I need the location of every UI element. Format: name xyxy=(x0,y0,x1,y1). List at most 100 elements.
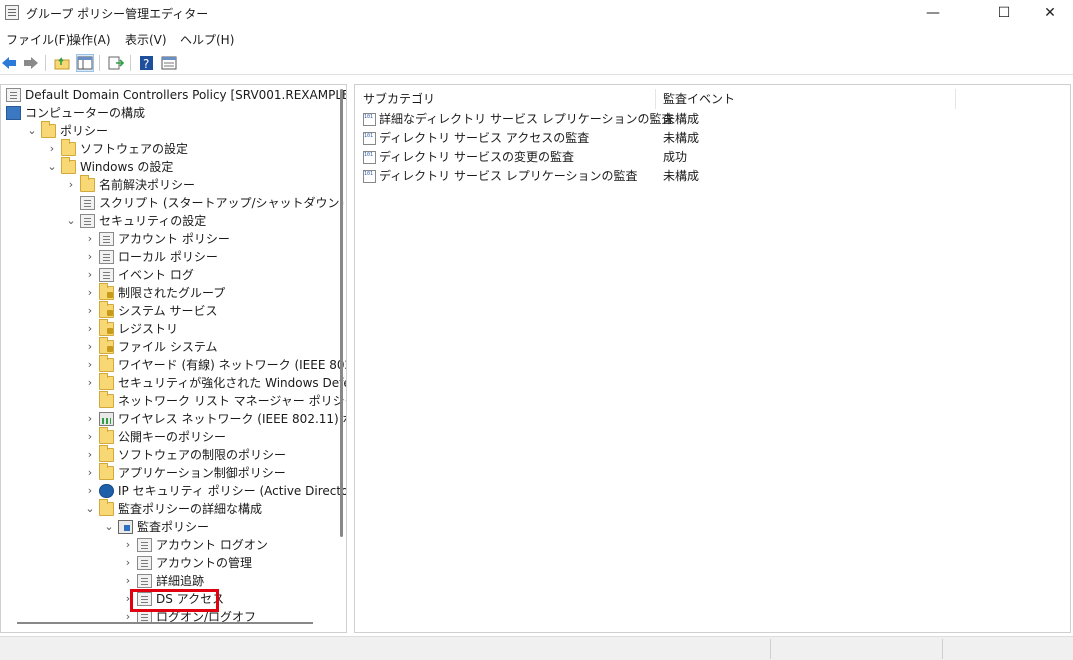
details-pane: サブカテゴリ 監査イベント 101 010詳細なディレクトリ サービス レプリケ… xyxy=(354,84,1071,633)
arrow-left-icon[interactable] xyxy=(0,54,18,72)
title-bar: グループ ポリシー管理エディター — ☐ ✕ xyxy=(0,0,1073,26)
audit-event-cell: 未構成 xyxy=(663,131,700,145)
chevron-right-icon[interactable]: › xyxy=(85,302,95,320)
menu-action[interactable]: 操作(A) xyxy=(69,31,111,48)
toolbar-separator xyxy=(45,55,46,71)
folder-icon xyxy=(99,355,114,372)
tree-node[interactable]: › ソフトウェアの制限のポリシー xyxy=(1,445,339,464)
tree-node-label: Default Domain Controllers Policy [SRV00… xyxy=(25,88,346,102)
chevron-right-icon[interactable]: › xyxy=(123,554,133,572)
tree-node[interactable]: › アプリケーション制御ポリシー xyxy=(1,463,339,482)
binary-setting-icon: 101 010 xyxy=(363,151,376,164)
chevron-right-icon[interactable]: › xyxy=(123,536,133,554)
properties-view-icon[interactable] xyxy=(160,54,178,72)
list-item[interactable]: 101 010ディレクトリ サービスの変更の監査 成功 xyxy=(363,148,1053,167)
tree-node[interactable]: › アカウント ポリシー xyxy=(1,230,339,248)
tree-node[interactable]: › ローカル ポリシー xyxy=(1,248,339,266)
tree-node[interactable]: › ワイヤレス ネットワーク (IEEE 802.11) ポリシー xyxy=(1,410,346,428)
list-item[interactable]: 101 010ディレクトリ サービス アクセスの監査 未構成 xyxy=(363,129,1053,148)
lockfolder-icon xyxy=(99,283,114,300)
doc-icon xyxy=(137,574,152,588)
chevron-down-icon[interactable]: ⌄ xyxy=(66,212,76,230)
binary-setting-icon: 101 010 xyxy=(363,132,376,145)
chevron-right-icon[interactable]: › xyxy=(85,464,95,482)
tree-pane[interactable]: Default Domain Controllers Policy [SRV00… xyxy=(0,84,347,633)
tree-node[interactable]: Default Domain Controllers Policy [SRV00… xyxy=(1,86,346,104)
export-list-icon[interactable] xyxy=(107,54,125,72)
tree-node[interactable]: › 公開キーのポリシー xyxy=(1,427,339,446)
menu-file[interactable]: ファイル(F) xyxy=(6,31,70,48)
tree-node[interactable]: › レジストリ xyxy=(1,319,339,338)
tree-node[interactable]: › IP セキュリティ ポリシー (Active Directory (EX xyxy=(1,482,346,500)
chevron-down-icon[interactable]: ⌄ xyxy=(47,158,57,176)
tree-node[interactable]: › ワイヤード (有線) ネットワーク (IEEE 802.3) ポリシー xyxy=(1,355,346,374)
chevron-right-icon[interactable]: › xyxy=(123,572,133,590)
tree-node[interactable]: › 詳細追跡 xyxy=(1,572,339,590)
tree-node[interactable]: › 名前解決ポリシー xyxy=(1,175,339,194)
tree-node[interactable]: › セキュリティが強化された Windows Defender xyxy=(1,373,346,392)
tree-node-label: スクリプト (スタートアップ/シャットダウン) xyxy=(99,196,345,210)
chevron-right-icon[interactable]: › xyxy=(85,230,95,248)
chevron-down-icon[interactable]: ⌄ xyxy=(85,500,95,518)
tree-node[interactable]: › ソフトウェアの設定 xyxy=(1,139,339,158)
up-folder-icon[interactable] xyxy=(53,54,71,72)
doc-icon xyxy=(99,268,114,282)
tree-vertical-scrollbar[interactable] xyxy=(340,89,343,537)
tree-node[interactable]: › アカウント ログオン xyxy=(1,536,339,554)
chevron-right-icon[interactable]: › xyxy=(85,374,95,392)
tree-node-label: 監査ポリシーの詳細な構成 xyxy=(118,502,263,516)
list-item[interactable]: 101 010ディレクトリ サービス レプリケーションの監査 未構成 xyxy=(363,167,1053,186)
tree-node[interactable]: ⌄コンピューターの構成 xyxy=(1,104,339,122)
column-header-subcategory[interactable]: サブカテゴリ xyxy=(363,89,435,109)
tree-node-label: アカウント ログオン xyxy=(156,538,268,552)
tree-node[interactable]: スクリプト (スタートアップ/シャットダウン) xyxy=(1,194,344,212)
tree-node[interactable]: › イベント ログ xyxy=(1,266,339,284)
menu-help[interactable]: ヘルプ(H) xyxy=(180,31,234,48)
chevron-right-icon[interactable]: › xyxy=(85,320,95,338)
column-header-audit-event[interactable]: 監査イベント xyxy=(663,89,735,109)
lockfolder-icon xyxy=(99,301,114,318)
list-item[interactable]: 101 010詳細なディレクトリ サービス レプリケーションの監査未構成 xyxy=(363,110,1053,129)
tree-node-label: アプリケーション制御ポリシー xyxy=(118,466,286,480)
arrow-right-icon[interactable] xyxy=(22,54,40,72)
column-divider[interactable] xyxy=(955,89,956,109)
doc-icon xyxy=(137,556,152,570)
column-divider[interactable] xyxy=(655,89,656,109)
tree-horizontal-scrollbar[interactable] xyxy=(17,622,313,624)
chevron-down-icon[interactable]: ⌄ xyxy=(27,122,37,140)
tree-node[interactable]: ネットワーク リスト マネージャー ポリシー xyxy=(1,391,346,410)
tree-node[interactable]: › 制限されたグループ xyxy=(1,283,339,302)
audit-event-cell: 未構成 xyxy=(663,169,700,183)
close-button[interactable]: ✕ xyxy=(1027,0,1073,26)
chevron-right-icon[interactable]: › xyxy=(85,410,95,428)
binary-setting-icon: 101 010 xyxy=(363,170,376,183)
pc-icon xyxy=(6,106,21,120)
chevron-down-icon[interactable]: ⌄ xyxy=(104,518,114,536)
tree-node[interactable]: ⌄ 監査ポリシーの詳細な構成 xyxy=(1,499,339,518)
tree-node[interactable]: › ファイル システム xyxy=(1,337,339,356)
chevron-right-icon[interactable]: › xyxy=(85,248,95,266)
tree-node-label: IP セキュリティ ポリシー (Active Directory (EX xyxy=(118,484,346,498)
tree-node[interactable]: ⌄ ポリシー xyxy=(1,121,339,140)
maximize-button[interactable]: ☐ xyxy=(981,0,1027,26)
show-hide-tree-icon[interactable] xyxy=(76,54,94,72)
tree-node[interactable]: ⌄ 監査ポリシー xyxy=(1,518,339,536)
chevron-right-icon[interactable]: › xyxy=(85,446,95,464)
help-icon[interactable]: ? xyxy=(138,54,156,72)
chevron-right-icon[interactable]: › xyxy=(47,140,57,158)
chevron-right-icon[interactable]: › xyxy=(85,482,95,500)
chevron-right-icon[interactable]: › xyxy=(66,176,76,194)
tree-node[interactable]: › システム サービス xyxy=(1,301,339,320)
menu-view[interactable]: 表示(V) xyxy=(125,31,167,48)
minimize-button[interactable]: — xyxy=(910,0,956,26)
chevron-right-icon[interactable]: › xyxy=(85,338,95,356)
chevron-right-icon[interactable]: › xyxy=(85,428,95,446)
binary-setting-icon: 101 010 xyxy=(363,113,376,126)
tree-node[interactable]: › アカウントの管理 xyxy=(1,554,339,572)
tree-node[interactable]: ⌄ セキュリティの設定 xyxy=(1,212,339,230)
chevron-right-icon[interactable]: › xyxy=(85,266,95,284)
chevron-right-icon[interactable]: › xyxy=(85,284,95,302)
tree-node[interactable]: ⌄ Windows の設定 xyxy=(1,157,339,176)
chevron-right-icon[interactable]: › xyxy=(85,356,95,374)
audit-event-cell: 成功 xyxy=(663,150,688,164)
